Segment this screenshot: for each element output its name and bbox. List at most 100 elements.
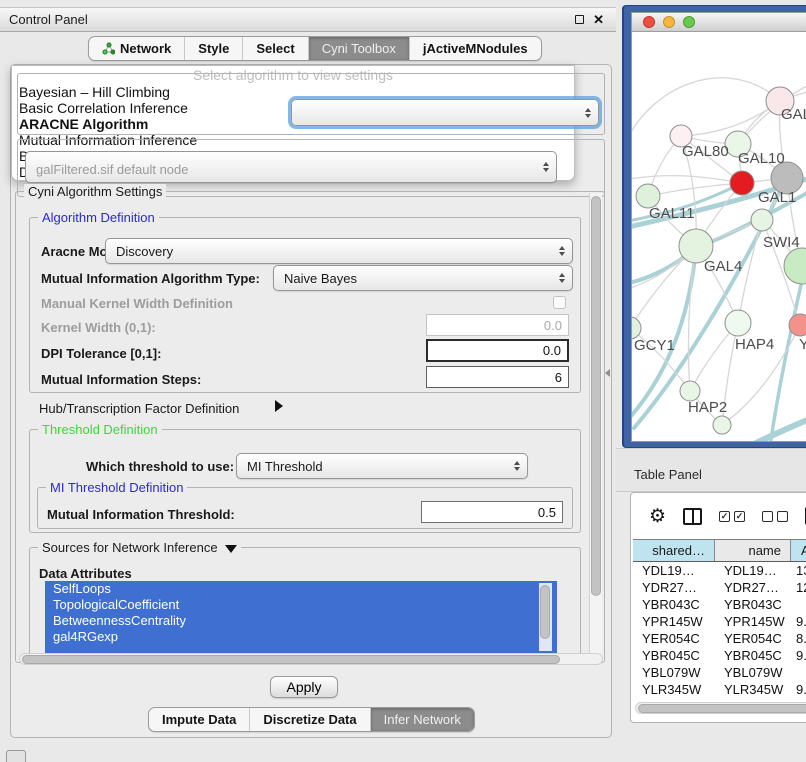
apply-button[interactable]: Apply — [270, 676, 338, 698]
minimized-panel-icon[interactable] — [6, 750, 26, 762]
table-cell: 13 — [791, 562, 806, 579]
table-cell: YBR045C — [715, 647, 791, 664]
table-cell: 9. — [791, 647, 806, 664]
network-edge-highlighted — [770, 272, 804, 442]
dpi-tolerance-field[interactable] — [426, 339, 569, 362]
data-attributes-label: Data Attributes — [39, 566, 132, 581]
hub-expand-arrow-icon[interactable] — [275, 400, 283, 412]
table-row[interactable]: YBR045CYBR045C9. — [633, 647, 806, 664]
settings-vertical-scrollbar[interactable] — [589, 193, 602, 661]
settings-vscroll-thumb[interactable] — [591, 196, 601, 596]
mi-steps-field[interactable] — [426, 366, 569, 388]
network-edge — [632, 176, 742, 183]
aracne-mode-value: Discovery — [116, 244, 173, 259]
sources-legend: Sources for Network Inference — [38, 540, 241, 555]
tab-jactivemnodules[interactable]: jActiveMNodules — [410, 37, 541, 60]
table-toolbar: ⚙ ✓✓ — [631, 493, 806, 539]
cyni-toolbox-panel: galFiltered.sif default node Select algo… — [10, 64, 612, 738]
algorithm-select-combo[interactable] — [291, 99, 599, 126]
which-threshold-label: Which threshold to use: — [86, 459, 234, 474]
table-row[interactable]: YER054CYER054C8. — [633, 630, 806, 647]
table-row[interactable]: YPR145WYPR145W9. — [633, 613, 806, 630]
sources-collapse-arrow-icon[interactable] — [225, 545, 237, 553]
network-node-y_node[interactable] — [789, 314, 806, 336]
float-window-icon[interactable] — [575, 15, 584, 24]
data-attribute-item-selected[interactable]: gal4RGexp — [45, 629, 557, 645]
tab-label: Impute Data — [162, 712, 236, 727]
mi-type-combo[interactable]: Naive Bayes — [273, 265, 573, 291]
settings-horizontal-scrollbar[interactable] — [19, 653, 603, 665]
network-node-hap4[interactable] — [725, 310, 751, 336]
data-attribute-item-selected[interactable]: BetweennessCentrality — [45, 613, 557, 629]
mi-threshold-field[interactable] — [421, 501, 563, 523]
column-header-a[interactable]: A — [791, 540, 806, 561]
tab-impute-data[interactable]: Impute Data — [149, 708, 250, 731]
column-header-name[interactable]: name — [715, 540, 791, 561]
table-cell: YDR27… — [715, 579, 791, 596]
manual-kernel-checkbox — [553, 296, 566, 309]
table-cell: YPR145W — [715, 613, 791, 630]
data-attribute-item-selected[interactable]: TopologicalCoefficient — [45, 597, 557, 613]
table-cell: YDL19… — [715, 562, 791, 579]
close-traffic-light-icon[interactable] — [643, 16, 655, 28]
data-table-combo[interactable]: galFiltered.sif default node — [25, 151, 557, 183]
tab-network[interactable]: Network — [89, 37, 185, 60]
table-cell: YBR043C — [633, 596, 715, 613]
network-node-swi4[interactable] — [751, 209, 773, 231]
attributes-scrollbar-thumb[interactable] — [540, 585, 550, 639]
table-cell: YDR27… — [633, 579, 715, 596]
hub-definition-label[interactable]: Hub/Transcription Factor Definition — [39, 401, 239, 416]
data-attributes-list[interactable]: SelfLoopsTopologicalCoefficientBetweenne… — [45, 581, 557, 653]
table-row[interactable]: YIL052CYIL052C0. — [633, 698, 806, 700]
network-canvas-svg[interactable]: GALGAL80GAL10GAL1GAL11SWI4GAL4GCY1HAP4YH… — [632, 32, 806, 442]
table-row[interactable]: YDR27…YDR27…12 — [633, 579, 806, 596]
network-edge-highlighted — [750, 410, 806, 442]
screen: Control Panel ✕ NetworkStyleSelectCyni T… — [0, 0, 806, 762]
table-cell: YER054C — [715, 630, 791, 647]
network-node-green_bottom[interactable] — [713, 416, 731, 434]
select-all-icon[interactable]: ✓✓ — [719, 511, 745, 522]
table-horizontal-scrollbar[interactable] — [635, 702, 806, 714]
control-panel-tabbar: Network StyleSelectCyni ToolboxjActiveMNo… — [88, 36, 542, 61]
table-row[interactable]: YDL19…YDL19…13 — [633, 562, 806, 579]
which-threshold-value: MI Threshold — [247, 459, 323, 474]
network-node-green_right[interactable] — [784, 248, 806, 284]
table-cell: YBL079W — [715, 664, 791, 681]
splitter-handle-icon[interactable] — [605, 369, 610, 377]
data-attribute-item-selected[interactable]: SelfLoops — [45, 581, 557, 597]
table-cell: 8. — [791, 630, 806, 647]
tab-discretize-data[interactable]: Discretize Data — [250, 708, 370, 731]
tab-style[interactable]: Style — [185, 37, 243, 60]
mi-type-label: Mutual Information Algorithm Type: — [41, 271, 260, 286]
network-node-hap2[interactable] — [680, 381, 700, 401]
table-panel-header: Table Panel — [616, 448, 806, 492]
deselect-all-icon[interactable] — [762, 511, 788, 522]
tab-cyni-toolbox[interactable]: Cyni Toolbox — [309, 37, 410, 60]
table-row[interactable]: YBL079WYBL079W — [633, 664, 806, 681]
aracne-mode-combo[interactable]: Discovery — [105, 238, 573, 264]
split-columns-icon[interactable] — [683, 508, 702, 525]
network-node-label: Y — [799, 336, 806, 353]
minimize-traffic-light-icon[interactable] — [663, 16, 675, 28]
tab-infer-network[interactable]: Infer Network — [371, 708, 474, 731]
table-row[interactable]: YLR345WYLR345W9. — [633, 681, 806, 698]
which-threshold-combo[interactable]: MI Threshold — [236, 453, 528, 479]
network-view-window[interactable]: GALGAL80GAL10GAL1GAL11SWI4GAL4GCY1HAP4YH… — [622, 5, 806, 448]
tab-label: Network — [120, 41, 171, 56]
table-header-row: shared… name A — [633, 539, 806, 562]
table-hscroll-thumb[interactable] — [638, 704, 806, 713]
table-cell: 12 — [791, 579, 806, 596]
attributes-scrollbar[interactable] — [539, 583, 552, 651]
network-node-label: HAP2 — [688, 399, 727, 416]
column-header-shared-name[interactable]: shared… — [633, 540, 715, 561]
settings-hscroll-thumb[interactable] — [22, 655, 560, 664]
tab-select[interactable]: Select — [243, 37, 308, 60]
zoom-traffic-light-icon[interactable] — [683, 16, 695, 28]
algorithm-definition-legend: Algorithm Definition — [38, 210, 159, 225]
table-row[interactable]: YBR043CYBR043C — [633, 596, 806, 613]
close-icon[interactable]: ✕ — [593, 13, 604, 26]
network-node-gal1[interactable] — [730, 171, 754, 195]
gear-icon[interactable]: ⚙ — [649, 507, 666, 526]
network-node-label: GCY1 — [634, 337, 675, 354]
table-cell — [791, 664, 806, 681]
